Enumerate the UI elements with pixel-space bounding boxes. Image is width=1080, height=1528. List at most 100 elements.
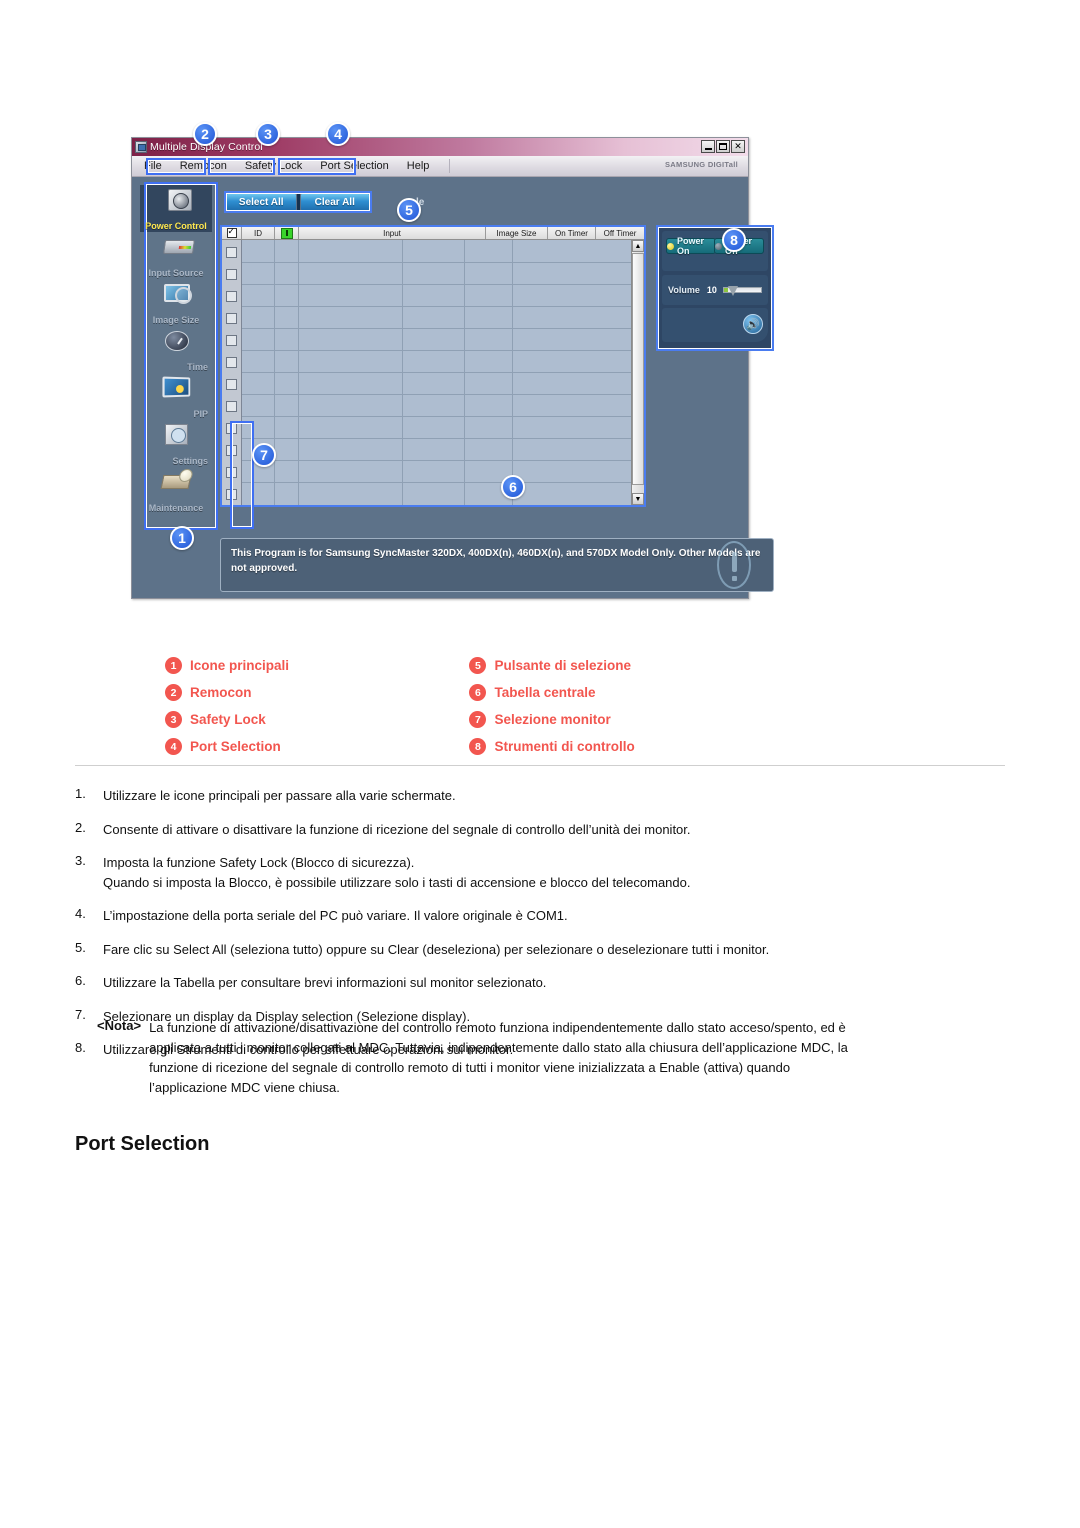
row-checkbox[interactable] xyxy=(222,461,241,483)
badge-3: 3 xyxy=(256,122,280,146)
input-source-icon xyxy=(159,234,195,261)
legend-label: Remocon xyxy=(190,685,252,700)
volume-value: 10 xyxy=(706,285,717,295)
list-number: 5. xyxy=(75,939,86,955)
legend-item: 5 Pulsante di selezione xyxy=(469,652,634,679)
scroll-up-arrow[interactable]: ▲ xyxy=(632,240,644,252)
select-all-button[interactable]: Select All xyxy=(227,194,296,210)
power-on-indicator-icon xyxy=(667,242,674,250)
sidebar-item-settings[interactable]: Settings xyxy=(140,420,212,467)
badge-8: 8 xyxy=(722,228,746,252)
legend-label: Tabella centrale xyxy=(494,685,596,700)
legend-label: Icone principali xyxy=(190,658,290,673)
clear-all-button[interactable]: Clear All xyxy=(300,194,369,210)
model-note-text: This Program is for Samsung SyncMaster 3… xyxy=(231,548,761,574)
window-controls[interactable]: ✕ xyxy=(701,140,745,153)
row-checkbox[interactable] xyxy=(222,307,241,329)
row-checkbox[interactable] xyxy=(222,263,241,285)
row-checkbox[interactable] xyxy=(222,351,241,373)
close-button[interactable]: ✕ xyxy=(731,140,745,153)
scroll-down-arrow[interactable]: ▼ xyxy=(632,493,644,505)
menu-item-file[interactable]: File xyxy=(140,159,166,173)
row-checkbox[interactable] xyxy=(222,329,241,351)
list-number: 4. xyxy=(75,906,86,921)
table-body: ▲ ▼ xyxy=(222,240,644,505)
selection-button-group: Select All Clear All xyxy=(224,191,372,213)
row-checkbox[interactable] xyxy=(222,439,241,461)
legend-item: 2 Remocon xyxy=(165,679,465,706)
row-checkbox[interactable] xyxy=(222,373,241,395)
legend-label: Safety Lock xyxy=(190,712,266,727)
menu-divider xyxy=(449,159,451,173)
table-vertical-scrollbar[interactable]: ▲ ▼ xyxy=(631,240,644,505)
legend-item: 1 Icone principali xyxy=(165,652,465,679)
checked-checkbox-icon[interactable] xyxy=(226,227,237,238)
list-item: 3. Imposta la funzione Safety Lock (Bloc… xyxy=(75,853,1025,892)
sidebar-item-time[interactable]: Time xyxy=(140,326,212,373)
row-checkbox[interactable] xyxy=(222,241,241,263)
sidebar-item-pip[interactable]: PIP xyxy=(140,373,212,420)
menu-item-help[interactable]: Help xyxy=(403,159,434,173)
power-on-button[interactable]: Power On xyxy=(666,236,716,256)
samsung-brand-logo: SAMSUNG DIGITall xyxy=(665,160,738,169)
list-text: L’impostazione della porta seriale del P… xyxy=(103,908,568,923)
list-text: Fare clic su Select All (seleziona tutto… xyxy=(103,941,770,957)
sidebar-label-power-control: Power Control xyxy=(145,221,207,231)
table-header-checkbox[interactable] xyxy=(222,227,242,239)
sidebar-main-icons: Power Control Input Source Image Size Ti… xyxy=(140,183,212,525)
exclamation-icon xyxy=(717,541,751,589)
list-item: 2. Consente di attivare o disattivare la… xyxy=(75,820,1025,840)
sidebar-label-time: Time xyxy=(187,362,208,372)
window-title-bar: Multiple Display Control ✕ xyxy=(132,138,748,156)
row-checkbox[interactable] xyxy=(222,483,241,505)
row-checkbox[interactable] xyxy=(222,285,241,307)
table-header-off-timer: Off Timer xyxy=(603,228,637,238)
badge-4: 4 xyxy=(326,122,350,146)
legend-badge: 2 xyxy=(165,684,182,701)
sidebar-label-settings: Settings xyxy=(172,456,208,466)
table-header-power xyxy=(275,227,299,239)
list-text: Utilizzare la Tabella per consultare bre… xyxy=(103,975,547,990)
legend-item: 3 Safety Lock xyxy=(165,706,465,733)
sidebar-item-power-control[interactable]: Power Control xyxy=(140,185,212,232)
legend-badge: 8 xyxy=(469,738,487,755)
legend-item: 7 Selezione monitor xyxy=(469,706,634,733)
list-text: Imposta la funzione Safety Lock (Blocco … xyxy=(103,855,415,870)
menu-item-port-selection[interactable]: Port Selection xyxy=(316,159,392,173)
legend-badge: 7 xyxy=(469,711,487,728)
legend-column-right: 5 Pulsante di selezione 6 Tabella centra… xyxy=(469,652,635,760)
menu-item-remocon[interactable]: Remocon xyxy=(176,159,231,173)
scroll-thumb[interactable] xyxy=(632,253,644,485)
image-size-icon xyxy=(159,281,193,308)
maximize-button[interactable] xyxy=(716,140,730,153)
menu-item-safety-lock[interactable]: Safety Lock xyxy=(241,159,306,173)
sidebar-item-input-source[interactable]: Input Source xyxy=(140,232,212,279)
legend-label: Strumenti di controllo xyxy=(494,739,635,754)
page-root: Multiple Display Control ✕ File Remocon … xyxy=(0,0,1080,1528)
speaker-icon[interactable]: 🔊 xyxy=(743,314,763,334)
central-table[interactable]: ID Input Image Size On Timer Off Timer xyxy=(220,225,646,507)
volume-slider-handle[interactable] xyxy=(727,286,738,296)
volume-slider[interactable] xyxy=(722,286,762,296)
badge-2: 2 xyxy=(193,122,217,146)
row-checkbox[interactable] xyxy=(222,395,241,417)
legend-badge: 3 xyxy=(165,711,182,728)
legend-label: Pulsante di selezione xyxy=(494,658,631,673)
monitor-selection-column[interactable] xyxy=(222,240,242,505)
pip-icon xyxy=(159,375,193,402)
legend-badge: 6 xyxy=(469,684,487,701)
list-number: 2. xyxy=(75,819,86,835)
sidebar-label-pip: PIP xyxy=(193,409,208,419)
sidebar-label-image-size: Image Size xyxy=(152,315,200,325)
time-icon xyxy=(159,328,193,355)
sidebar-item-image-size[interactable]: Image Size xyxy=(140,279,212,326)
minimize-button[interactable] xyxy=(701,140,715,153)
list-number: 6. xyxy=(75,973,86,988)
list-text: Consente di attivare o disattivare la fu… xyxy=(103,821,691,837)
sidebar-item-maintenance[interactable]: Maintenance xyxy=(140,467,212,514)
row-checkbox[interactable] xyxy=(222,417,241,439)
table-grid[interactable] xyxy=(242,240,631,505)
badge-7: 7 xyxy=(252,443,276,467)
list-text-secondary: Quando si imposta la Blocco, è possibile… xyxy=(103,874,691,890)
table-header-row: ID Input Image Size On Timer Off Timer xyxy=(222,227,644,240)
